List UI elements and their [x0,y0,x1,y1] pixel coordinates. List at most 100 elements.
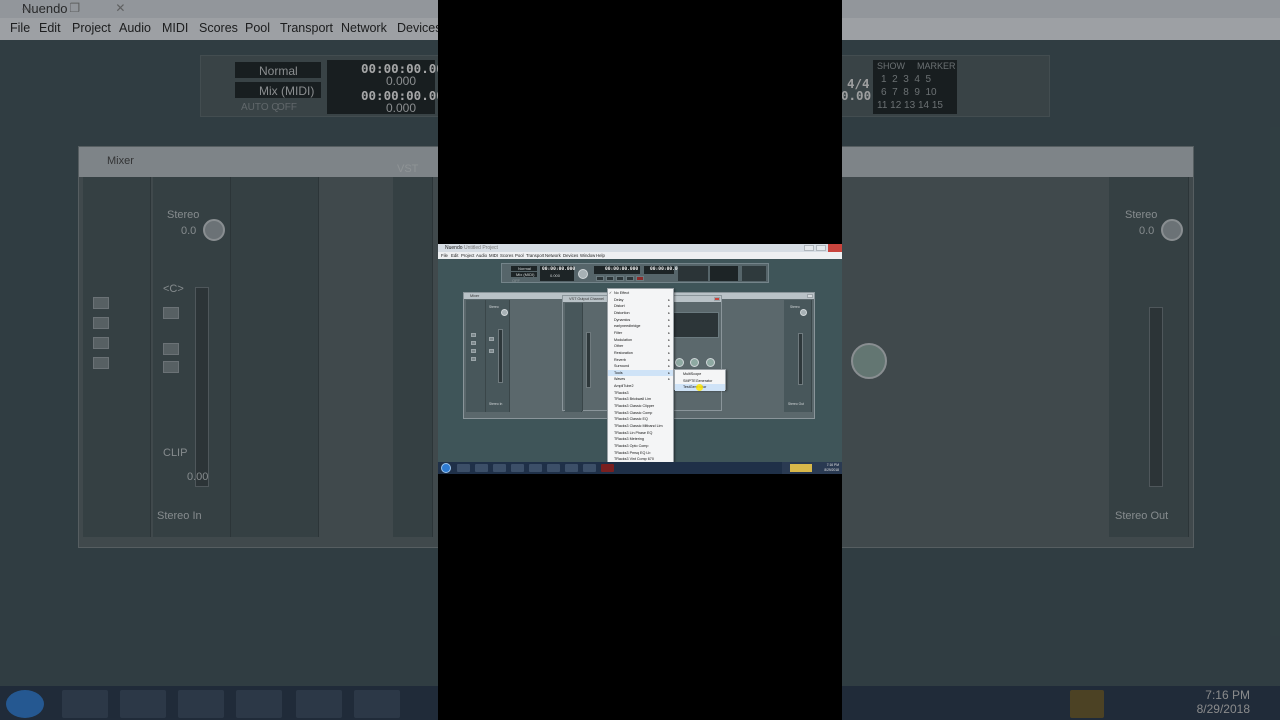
submenu-arrow-icon: ▸ [668,304,670,309]
transport-mode-normal[interactable]: Normal [518,266,531,271]
effects-menu-item[interactable]: TRacks3 Pmsq EQ Lb [608,450,673,457]
transport-auto-value[interactable]: OFF [512,278,520,283]
right-bus-label[interactable]: Stereo Out [788,402,804,406]
menu-project[interactable]: Project [461,252,474,259]
effects-menu-item[interactable]: TRacks3 Metering [608,436,673,443]
menu-window[interactable]: Window [580,252,595,259]
effects-menu-item-label: TRacks3 Opto Comp [614,443,649,448]
menu-pool[interactable]: Pool [515,252,524,259]
effects-menu-item-label: Waves [614,377,626,382]
taskbar-app-icon[interactable] [583,464,596,472]
menu-transport[interactable]: Transport [526,252,544,259]
record-button[interactable] [636,276,644,281]
effects-menu-item[interactable]: TRacks3 Opto Comp [608,443,673,450]
taskbar-app-icon[interactable] [565,464,578,472]
left-channel-fader[interactable] [498,329,503,383]
taskbar-app-icon[interactable] [511,464,524,472]
close-button[interactable] [828,244,842,252]
minimize-button[interactable] [804,245,814,251]
effects-menu-item-label: Tools [614,370,623,375]
menu-bar: File Edit Project Audio MIDI Scores Pool… [438,252,842,259]
effects-menu-item[interactable]: TRacks3 Classic EQ [608,416,673,423]
effects-menu-item-label: TRacks3 Lin Phase EQ [614,430,653,435]
transport-time-left-sub: 0.000 [550,273,561,278]
left-bus-label[interactable]: Stereo In [489,402,502,406]
effects-menu-item-label: Restoration [614,350,633,355]
effects-menu-item[interactable]: Restoration ▸ [608,350,673,357]
effects-menu-item[interactable]: TRacks3 Classic Comp [608,410,673,417]
taskbar-app-icon[interactable] [547,464,560,472]
strip-button[interactable] [471,349,476,353]
menu-scores[interactable]: Scores [500,252,513,259]
effects-menu-item-label: TRacks3 [614,390,629,395]
taskbar-nuendo-icon[interactable] [601,464,614,472]
mixer-title: Mixer [470,294,480,298]
effects-menu-item[interactable]: AmpliTube2 [608,383,673,390]
effects-menu-item[interactable]: Filter ▸ [608,330,673,337]
effects-menu-item[interactable]: Surround ▸ [608,363,673,370]
system-tray: 7:16 PM 8/29/2018 [782,462,842,474]
maximize-button[interactable] [816,245,826,251]
effects-menu-item[interactable]: TRacks3 Classic Mltband Lim [608,423,673,430]
mixer-close-button[interactable] [807,294,813,298]
strip-button[interactable] [471,341,476,345]
taskbar-chrome-icon[interactable] [475,464,488,472]
effects-menu-item[interactable]: Tools ▸ [608,369,673,377]
right-strip-label: Stereo [790,305,800,309]
right-channel-fader[interactable] [798,333,803,385]
menu-help[interactable]: Help [596,252,605,259]
effects-menu-item[interactable]: Distortion ▸ [608,310,673,317]
taskbar-app-icon[interactable] [493,464,506,472]
start-button[interactable] [441,463,451,473]
forward-button[interactable] [606,276,614,281]
jog-wheel[interactable] [578,269,588,279]
mouse-cursor-highlight [696,384,703,391]
effects-menu-item[interactable]: Other ▸ [608,343,673,350]
menu-file[interactable]: File [441,252,448,259]
menu-audio[interactable]: Audio [476,252,487,259]
windows-taskbar: 7:16 PM 8/29/2018 [438,462,842,474]
play-button[interactable] [626,276,634,281]
tools-submenu-item[interactable]: MultiScope [675,371,725,378]
vst-fader[interactable] [586,332,591,388]
submenu-arrow-icon: ▸ [668,344,670,349]
strip-button[interactable] [489,349,494,353]
taskbar-explorer-icon[interactable] [457,464,470,472]
strip-button[interactable] [489,337,494,341]
left-pan-knob[interactable] [501,309,508,316]
effects-menu-item[interactable]: TRacks3 Classic Clipper [608,403,673,410]
effects-menu-item-label: Surround [614,364,630,369]
right-pan-knob[interactable] [800,309,807,316]
effects-menu-item[interactable]: TRacks3 Brickwall Lim [608,396,673,403]
rewind-button[interactable] [596,276,604,281]
eq-knob-1[interactable] [675,358,684,367]
menu-devices[interactable]: Devices [563,252,578,259]
effects-menu-item-label: AmpliTube2 [614,384,634,389]
taskbar-app-icon[interactable] [529,464,542,472]
transport-time-left: 00:00:00.000 [542,267,576,272]
eq-knob-3[interactable] [706,358,715,367]
effects-menu-item[interactable]: Modulation ▸ [608,337,673,344]
menu-midi[interactable]: MIDI [489,252,498,259]
effects-menu-item[interactable]: earlyneedbridge ▸ [608,323,673,330]
eq-knob-2[interactable] [690,358,699,367]
effects-menu-item[interactable]: Delay ▸ [608,297,673,304]
effects-menu-item[interactable]: Reverb ▸ [608,357,673,364]
transport-mode-mix[interactable]: Mix (MIDI) [516,272,534,277]
effects-menu-item-label: Delay [614,297,624,302]
effects-menu-item[interactable]: No Effect [608,290,673,297]
vst-window-title: VST Output Channel [569,297,604,301]
stop-button[interactable] [616,276,624,281]
vst-close-button[interactable] [714,297,720,301]
effects-menu-item[interactable]: Dynamics ▸ [608,317,673,324]
effects-menu-item[interactable]: TRacks3 [608,390,673,397]
menu-network[interactable]: Network [545,252,561,259]
submenu-arrow-icon: ▸ [668,337,670,342]
effects-menu-item[interactable]: Distort ▸ [608,303,673,310]
taskbar-clock[interactable]: 7:16 PM 8/29/2018 [824,463,839,473]
effects-menu-item[interactable]: TRacks3 Lin Phase EQ [608,430,673,437]
strip-button[interactable] [471,333,476,337]
effects-menu-item[interactable]: Waves ▸ [608,376,673,383]
strip-button[interactable] [471,357,476,361]
menu-edit[interactable]: Edit [451,252,458,259]
